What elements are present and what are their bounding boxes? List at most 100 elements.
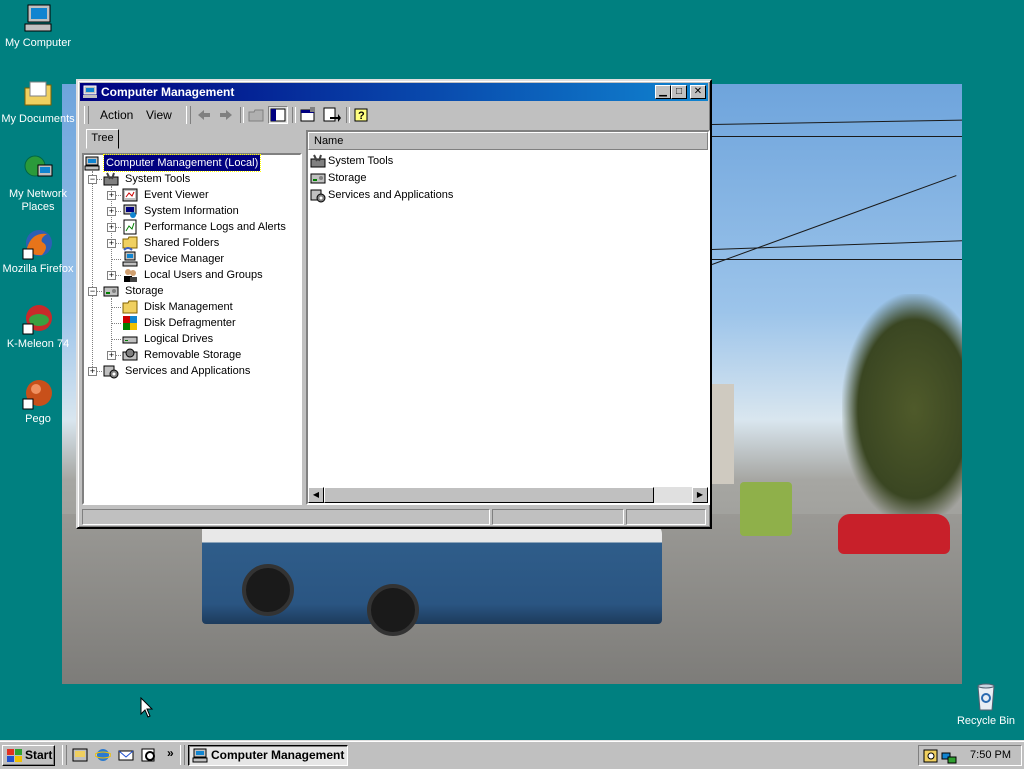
desktop-icon-label: My Computer [4, 37, 72, 49]
back-button[interactable] [194, 106, 214, 124]
column-header-name[interactable]: Name [308, 132, 708, 150]
details-pane[interactable]: Name System Tools Storage Services and A… [306, 130, 710, 505]
shared-folder-icon [122, 235, 138, 251]
collapse-storage[interactable]: − [88, 287, 97, 296]
expand-local-users[interactable]: + [107, 271, 116, 280]
status-bar [82, 509, 706, 525]
svg-text:?: ? [358, 110, 365, 122]
expand-performance-logs[interactable]: + [107, 223, 116, 232]
computer-management-icon [83, 85, 97, 98]
storage-icon [310, 170, 326, 186]
users-icon [122, 267, 138, 283]
status-cell-secondary [492, 509, 624, 525]
tree-item-label: Logical Drives [144, 333, 214, 345]
desktop-icon-label: Pego [25, 413, 51, 425]
disk-management-icon [122, 299, 138, 315]
taskbar-grip[interactable] [180, 745, 185, 765]
desktop-icon-label: K-Meleon 74 [6, 338, 70, 350]
minimize-icon: ▁ [659, 86, 667, 97]
up-one-level-button[interactable] [246, 106, 266, 124]
expand-shared-folders[interactable]: + [107, 239, 116, 248]
up-folder-icon [248, 109, 264, 122]
toolbar-grip[interactable] [186, 106, 191, 124]
window-titlebar[interactable]: Computer Management ▁ □ ✕ [80, 83, 708, 101]
desktop-icon-my-documents[interactable]: My Documents [0, 78, 76, 126]
show-desktop-icon[interactable] [72, 747, 88, 763]
tab-tree[interactable]: Tree [86, 129, 119, 149]
computer-management-icon [192, 748, 208, 763]
internet-explorer-icon[interactable] [94, 747, 112, 763]
tree-pane-icon [270, 108, 286, 122]
computer-management-window[interactable]: Computer Management ▁ □ ✕ Action View ? … [76, 79, 712, 529]
taskbar-button-computer-management[interactable]: Computer Management [188, 745, 348, 766]
start-button[interactable]: Start [2, 745, 55, 766]
taskbar: Start » Computer Management 7:50 PM [0, 740, 1024, 769]
expand-services-and-applications[interactable]: + [88, 367, 97, 376]
search-icon[interactable] [141, 747, 157, 763]
export-list-icon [323, 107, 341, 122]
minimize-button[interactable]: ▁ [655, 85, 671, 99]
export-list-button[interactable] [322, 106, 342, 124]
quick-launch-grip[interactable] [62, 745, 67, 765]
chevron-more-icon[interactable]: » [167, 746, 174, 760]
tree-item-label: Device Manager [144, 253, 225, 265]
outlook-express-icon[interactable] [118, 747, 134, 763]
forward-button[interactable] [216, 106, 236, 124]
defrag-icon [122, 315, 138, 331]
tree-item-label: System Information [144, 205, 239, 217]
removable-storage-icon [122, 347, 138, 363]
tray-network-icon[interactable] [941, 748, 957, 764]
window-title: Computer Management [101, 85, 235, 99]
maximize-button[interactable]: □ [671, 85, 687, 99]
services-icon [103, 363, 119, 379]
tray-task-scheduler-icon[interactable] [923, 748, 939, 764]
menu-action[interactable]: Action [100, 108, 133, 122]
mouse-cursor-icon [140, 697, 154, 718]
system-tray: 7:50 PM [918, 745, 1022, 766]
scrollbar-thumb[interactable] [324, 487, 654, 503]
horizontal-scrollbar[interactable]: ◀ ▶ [308, 487, 708, 503]
network-icon [22, 153, 54, 185]
close-button[interactable]: ✕ [690, 85, 706, 99]
help-icon: ? [354, 108, 368, 122]
start-label: Start [25, 748, 53, 762]
scroll-left-button[interactable]: ◀ [308, 487, 324, 503]
properties-button[interactable] [298, 106, 318, 124]
firefox-icon [22, 228, 54, 260]
menu-view[interactable]: View [146, 108, 172, 122]
scroll-right-button[interactable]: ▶ [692, 487, 708, 503]
desktop-icon-network-places[interactable]: My Network Places [0, 153, 76, 214]
show-hide-tree-button[interactable] [268, 106, 288, 124]
desktop-icon-my-computer[interactable]: My Computer [0, 2, 76, 50]
properties-icon [300, 107, 315, 122]
menu-toolbar: Action View ? [82, 104, 706, 126]
computer-management-icon [84, 155, 100, 171]
expand-event-viewer[interactable]: + [107, 191, 116, 200]
event-viewer-icon [122, 187, 138, 203]
list-item-label: Storage [328, 172, 367, 184]
tree-item-label: System Tools [125, 173, 191, 185]
expand-removable-storage[interactable]: + [107, 351, 116, 360]
expand-system-information[interactable]: + [107, 207, 116, 216]
storage-icon [103, 283, 119, 299]
column-header-label: Name [314, 135, 344, 147]
collapse-system-tools[interactable]: − [88, 175, 97, 184]
tree-item-label: Performance Logs and Alerts [144, 221, 286, 233]
desktop-icon-pego[interactable]: Pego [0, 378, 76, 426]
desktop-icon-label: Mozilla Firefox [2, 263, 74, 275]
desktop-icon-k-meleon[interactable]: K-Meleon 74 [0, 303, 76, 351]
my-computer-icon [22, 2, 54, 34]
desktop-icon-recycle-bin[interactable]: Recycle Bin [948, 680, 1024, 728]
help-button[interactable]: ? [352, 106, 372, 124]
taskbar-button-label: Computer Management [211, 748, 345, 762]
device-manager-icon [122, 251, 138, 267]
windows-logo-icon [7, 749, 22, 762]
folder-icon [22, 78, 54, 110]
clock[interactable]: 7:50 PM [970, 749, 1011, 761]
status-cell-tertiary [626, 509, 706, 525]
tree-pane[interactable]: − + + + + + − + + Computer Management (L… [82, 153, 302, 505]
desktop-icon-label: My Documents [1, 113, 75, 125]
toolbar-grip[interactable] [84, 106, 89, 124]
tree-item-label: Shared Folders [144, 237, 220, 249]
desktop-icon-firefox[interactable]: Mozilla Firefox [0, 228, 76, 276]
